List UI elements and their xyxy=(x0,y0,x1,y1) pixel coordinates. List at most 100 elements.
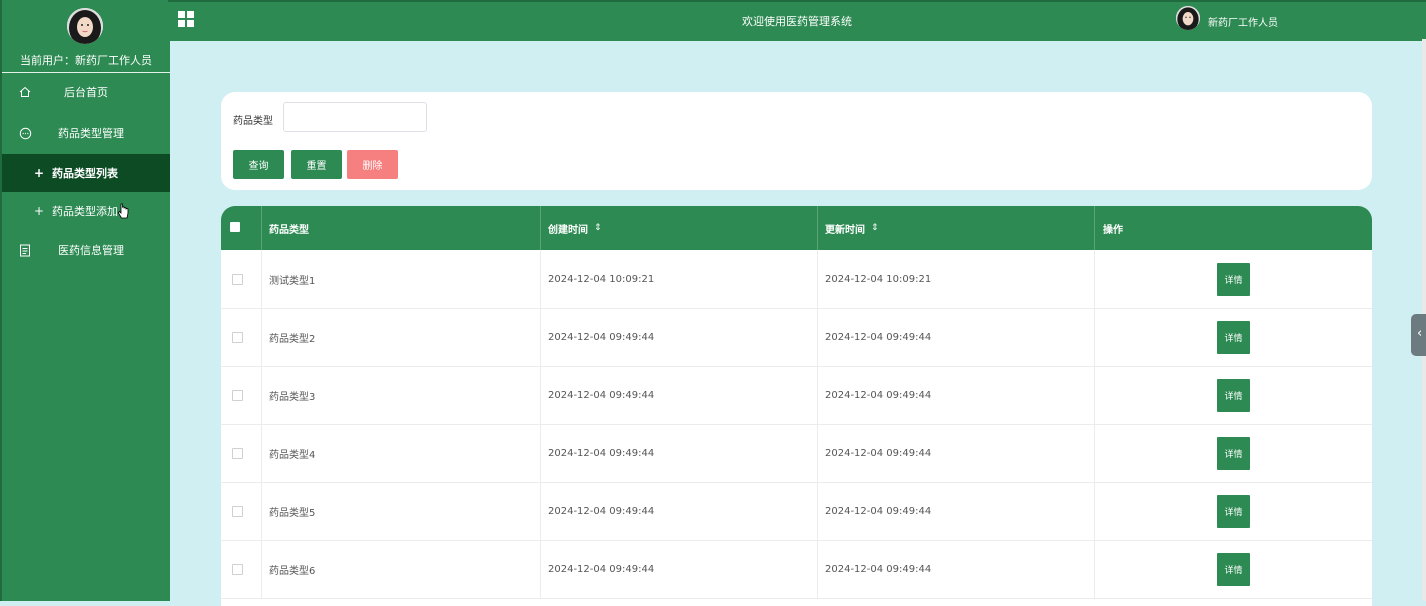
top-user-name[interactable]: 新药厂工作人员 xyxy=(1208,14,1278,29)
column-header-label: 药品类型 xyxy=(269,224,309,236)
cell-text: 2024-12-04 09:49:44 xyxy=(825,447,932,459)
sort-icon[interactable]: ⇕ xyxy=(871,223,879,233)
document-icon xyxy=(18,243,32,257)
cell-type: 药品类型5 xyxy=(262,482,541,540)
cell-text: 药品类型5 xyxy=(269,507,316,519)
column-header-type: 药品类型 xyxy=(262,206,541,250)
cell-text: 2024-12-04 09:49:44 xyxy=(825,389,932,401)
cell-text: 2024-12-04 09:49:44 xyxy=(548,447,655,459)
cell-actions: 详情 xyxy=(1095,366,1372,424)
sidebar-item-home[interactable]: 后台首页 xyxy=(2,73,170,111)
cell-created: 2024-12-04 09:49:44 xyxy=(541,424,818,482)
row-checkbox[interactable] xyxy=(232,332,243,343)
row-checkbox[interactable] xyxy=(232,274,243,285)
cell-updated: 2024-12-04 09:49:44 xyxy=(818,424,1095,482)
chat-icon xyxy=(18,126,32,140)
home-icon xyxy=(18,85,32,99)
sidebar-item-drug-type-add[interactable]: + 药品类型添加 xyxy=(2,192,170,230)
cell-text: 2024-12-04 09:49:44 xyxy=(825,505,932,517)
cell-type: 药品类型6 xyxy=(262,540,541,598)
avatar-image xyxy=(1176,6,1200,30)
cell-actions: 详情 xyxy=(1095,308,1372,366)
drug-type-table: 药品类型 创建时间 ⇕ 更新时间 ⇕ 操作 测试类型1 2024-12-04 10… xyxy=(221,206,1372,606)
cell-type: 药品类型3 xyxy=(262,366,541,424)
search-panel: 药品类型 查询 重置 删除 xyxy=(221,92,1372,190)
row-checkbox-cell xyxy=(221,482,262,540)
chevron-left-icon: ‹ xyxy=(1417,326,1423,341)
column-header-created[interactable]: 创建时间 ⇕ xyxy=(541,206,818,250)
column-header-actions: 操作 xyxy=(1095,206,1372,250)
column-header-updated[interactable]: 更新时间 ⇕ xyxy=(818,206,1095,250)
row-checkbox[interactable] xyxy=(232,448,243,459)
cell-text: 2024-12-04 09:49:44 xyxy=(825,563,932,575)
delete-button[interactable]: 删除 xyxy=(347,150,398,179)
sidebar-item-label: 药品类型列表 xyxy=(52,167,118,180)
cell-text: 2024-12-04 09:49:44 xyxy=(548,563,655,575)
select-all-checkbox[interactable] xyxy=(230,222,240,232)
cell-updated: 2024-12-04 09:49:44 xyxy=(818,540,1095,598)
detail-button[interactable]: 详情 xyxy=(1217,436,1250,470)
cell-type: 测试类型1 xyxy=(262,250,541,308)
cell-created: 2024-12-04 09:49:44 xyxy=(541,308,818,366)
table-row[interactable]: 药品类型3 2024-12-04 09:49:44 2024-12-04 09:49… xyxy=(221,366,1372,425)
cell-text: 2024-12-04 10:09:21 xyxy=(548,273,655,285)
sort-icon[interactable]: ⇕ xyxy=(594,223,602,233)
cell-updated: 2024-12-04 09:49:44 xyxy=(818,366,1095,424)
table-header: 药品类型 创建时间 ⇕ 更新时间 ⇕ 操作 xyxy=(221,206,1372,250)
cell-text: 2024-12-04 10:09:21 xyxy=(825,273,932,285)
detail-button[interactable]: 详情 xyxy=(1217,494,1250,528)
current-user-label: 当前用户：新药厂工作人员 xyxy=(20,54,152,67)
detail-button[interactable]: 详情 xyxy=(1217,262,1250,296)
top-bar: 欢迎使用医药管理系统 新药厂工作人员 xyxy=(168,0,1426,41)
row-checkbox[interactable] xyxy=(232,390,243,401)
avatar-image xyxy=(67,8,103,44)
table-row[interactable]: 测试类型1 2024-12-04 10:09:21 2024-12-04 10:09… xyxy=(221,250,1372,309)
avatar[interactable] xyxy=(1176,6,1200,30)
cell-text: 2024-12-04 09:49:44 xyxy=(548,331,655,343)
column-header-label: 操作 xyxy=(1103,224,1123,236)
cell-actions: 详情 xyxy=(1095,250,1372,308)
row-checkbox[interactable] xyxy=(232,564,243,575)
cell-text: 2024-12-04 09:49:44 xyxy=(548,389,655,401)
sidebar-item-label: 药品类型添加 xyxy=(52,205,118,218)
row-checkbox[interactable] xyxy=(232,506,243,517)
cell-created: 2024-12-04 09:49:44 xyxy=(541,540,818,598)
detail-button[interactable]: 详情 xyxy=(1217,320,1250,354)
detail-button[interactable]: 详情 xyxy=(1217,378,1250,412)
sidebar: 当前用户：新药厂工作人员 后台首页 药品类型管理 + 药品类型列表 + 药品类型… xyxy=(0,0,170,601)
sidebar-item-drug-type-list[interactable]: + 药品类型列表 xyxy=(2,154,170,192)
cell-actions: 详情 xyxy=(1095,482,1372,540)
row-checkbox-cell xyxy=(221,424,262,482)
sidebar-item-medicine-info-management[interactable]: 医药信息管理 xyxy=(2,231,170,269)
reset-button[interactable]: 重置 xyxy=(291,150,342,179)
table-row[interactable]: 药品类型5 2024-12-04 09:49:44 2024-12-04 09:49… xyxy=(221,482,1372,541)
cell-created: 2024-12-04 09:49:44 xyxy=(541,482,818,540)
collapse-panel-tab[interactable]: ‹ xyxy=(1411,314,1426,356)
row-checkbox-cell xyxy=(221,250,262,308)
cell-created: 2024-12-04 10:09:21 xyxy=(541,250,818,308)
app-frame: 当前用户：新药厂工作人员 后台首页 药品类型管理 + 药品类型列表 + 药品类型… xyxy=(0,0,1426,606)
cell-updated: 2024-12-04 09:49:44 xyxy=(818,482,1095,540)
avatar[interactable] xyxy=(67,8,103,44)
sidebar-item-drug-type-management[interactable]: 药品类型管理 xyxy=(2,114,170,152)
table-row[interactable]: 药品类型4 2024-12-04 09:49:44 2024-12-04 09:49… xyxy=(221,424,1372,483)
drug-type-search-input[interactable] xyxy=(283,102,427,132)
cell-text: 药品类型3 xyxy=(269,391,316,403)
search-label: 药品类型 xyxy=(233,116,273,127)
column-header-label: 更新时间 xyxy=(825,224,865,236)
table-row[interactable]: 药品类型6 2024-12-04 09:49:44 2024-12-04 09:49… xyxy=(221,540,1372,599)
sidebar-item-label: 后台首页 xyxy=(64,86,108,99)
row-checkbox-cell xyxy=(221,366,262,424)
sidebar-item-label: 医药信息管理 xyxy=(58,244,124,257)
cell-type: 药品类型4 xyxy=(262,424,541,482)
sidebar-item-label: 药品类型管理 xyxy=(58,127,124,140)
cell-text: 2024-12-04 09:49:44 xyxy=(825,331,932,343)
table-row[interactable]: 药品类型2 2024-12-04 09:49:44 2024-12-04 09:49… xyxy=(221,308,1372,367)
cell-type: 药品类型2 xyxy=(262,308,541,366)
query-button[interactable]: 查询 xyxy=(233,150,284,179)
mouse-pointer-icon xyxy=(117,203,129,219)
cell-updated: 2024-12-04 09:49:44 xyxy=(818,308,1095,366)
detail-button[interactable]: 详情 xyxy=(1217,552,1250,586)
column-header-label: 创建时间 xyxy=(548,224,588,236)
cell-text: 2024-12-04 09:49:44 xyxy=(548,505,655,517)
